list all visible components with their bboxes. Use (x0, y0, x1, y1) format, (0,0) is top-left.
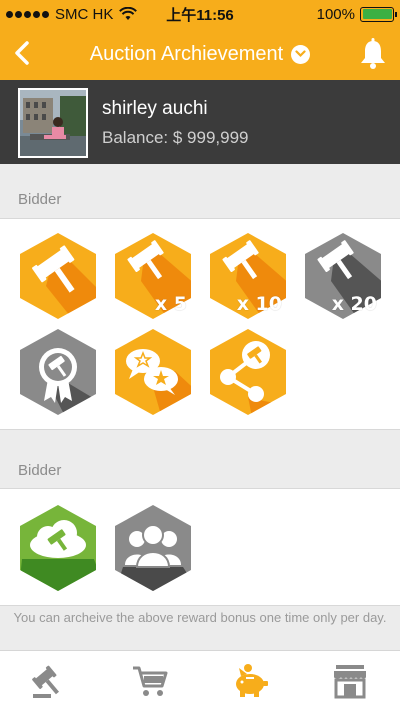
award-ribbon-badge[interactable] (18, 327, 98, 417)
nav-bar: Auction Archievement (0, 28, 400, 80)
badge-panel-1: x 5 x 10 x 20 (0, 218, 400, 430)
award-ribbon-icon (20, 329, 96, 415)
share-icon (210, 329, 286, 415)
section-label-bidder: Bidder (18, 462, 62, 479)
tab-bar (0, 650, 400, 710)
badge-multiplier-label: x 10 (236, 293, 282, 315)
share-badge[interactable] (208, 327, 288, 417)
carrier-label: SMC HK (55, 5, 114, 23)
section-label-bidder: Bidder (18, 191, 62, 208)
store-icon (334, 664, 366, 698)
battery-percent: 100% (316, 5, 355, 23)
badge-panel-2 (0, 488, 400, 606)
battery-icon (360, 6, 397, 22)
chevron-left-icon[interactable] (8, 38, 38, 68)
status-bar: SMC HK 上午11:56 100% (0, 0, 400, 28)
piggy-bank-icon (236, 663, 268, 697)
group-badge[interactable] (113, 503, 193, 593)
group-icon (115, 505, 191, 591)
gavel-x5-badge[interactable]: x 5 (113, 231, 193, 321)
wifi-icon (119, 7, 138, 20)
gavel-badge[interactable] (18, 231, 98, 321)
signal-strength-icon (6, 10, 49, 18)
gavel-x10-badge[interactable]: x 10 (208, 231, 288, 321)
tab-cart[interactable] (100, 651, 200, 710)
battery-fill (362, 9, 392, 19)
gavel-icon (32, 665, 59, 698)
cart-icon (133, 666, 168, 696)
status-left: SMC HK (6, 6, 317, 23)
cloud-gavel-icon (20, 505, 96, 591)
badge-multiplier-label: x 5 (154, 293, 187, 315)
user-name: shirley auchi (102, 98, 208, 119)
gavel-icon (20, 233, 96, 319)
nav-title-dropdown[interactable]: Auction Archievement (0, 43, 400, 66)
cloud-gavel-badge[interactable] (18, 503, 98, 593)
footer-note: You can archeive the above reward bonus … (13, 610, 387, 625)
page-title: Auction Archievement (89, 42, 284, 65)
chevron-down-circle-icon (291, 44, 311, 64)
tab-auction[interactable] (0, 651, 100, 710)
balance-text: Balance: $ 999,999 (102, 128, 249, 147)
gavel-x20-badge[interactable]: x 20 (303, 231, 383, 321)
review-chat-badge[interactable] (113, 327, 193, 417)
tab-store[interactable] (300, 651, 400, 710)
bell-icon[interactable] (358, 38, 388, 70)
profile-header: shirley auchi Balance: $ 999,999 (0, 80, 400, 164)
status-right: 100% (316, 5, 397, 23)
avatar[interactable] (18, 88, 88, 158)
chat-star-icon (115, 329, 191, 415)
badge-multiplier-label: x 20 (331, 293, 377, 315)
tab-piggy-bank[interactable] (200, 651, 300, 710)
